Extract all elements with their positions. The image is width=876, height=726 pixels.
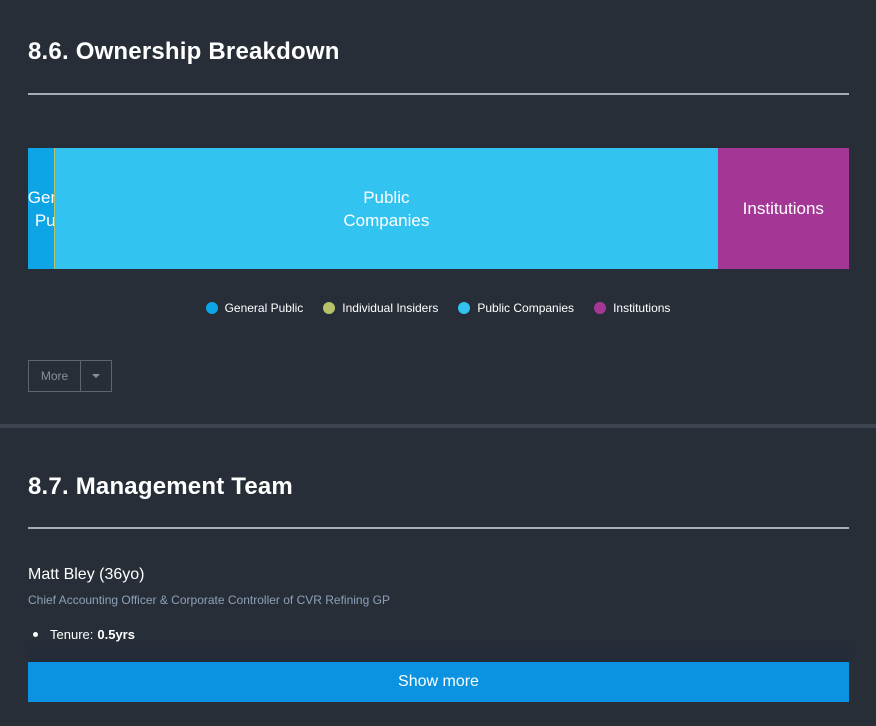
caret-down-icon [92, 374, 100, 378]
person-role: Chief Accounting Officer & Corporate Con… [28, 593, 390, 607]
person-name: Matt Bley (36yo) [28, 566, 145, 583]
legend-dot-icon [205, 302, 218, 314]
legend-item[interactable]: Public Companies [458, 301, 574, 315]
legend-dot-icon [323, 302, 336, 314]
legend-item[interactable]: Institutions [594, 301, 670, 315]
more-button[interactable]: More [29, 361, 81, 391]
tenure-value: 0.5yrs [97, 627, 135, 642]
title-divider [28, 527, 849, 529]
legend-item[interactable]: Individual Insiders [323, 301, 438, 315]
more-dropdown-toggle[interactable] [81, 361, 111, 391]
legend-dot-icon [458, 302, 471, 314]
legend-dot-icon [594, 302, 607, 314]
chart-legend: General Public Individual Insiders Public … [0, 301, 876, 315]
bullet-icon [33, 632, 38, 637]
legend-label: General Public [224, 301, 304, 315]
management-title: 8.7. Management Team [28, 473, 293, 500]
legend-item[interactable]: General Public [205, 301, 304, 315]
bar-segment-general-public[interactable] [28, 148, 55, 269]
bar-segment-institutions[interactable] [717, 148, 849, 269]
content-fade [28, 632, 849, 662]
management-section: 8.7. Management Team Matt Bley (36yo) Ch… [0, 428, 876, 726]
legend-label: Public Companies [477, 301, 575, 315]
title-divider [28, 93, 849, 95]
ownership-section: 8.6. Ownership Breakdown General PublicP… [0, 0, 876, 424]
more-button-group: More [28, 360, 112, 392]
ownership-stacked-bar: General PublicPublic CompaniesInstitutio… [28, 148, 849, 269]
tenure-item: Tenure: 0.5yrs [33, 627, 135, 642]
show-more-button[interactable]: Show more [28, 662, 849, 702]
ownership-title: 8.6. Ownership Breakdown [28, 38, 340, 65]
bar-segment-public-companies[interactable] [55, 148, 718, 269]
legend-label: Institutions [613, 301, 671, 315]
tenure-label: Tenure: [50, 627, 94, 642]
legend-label: Individual Insiders [342, 301, 439, 315]
